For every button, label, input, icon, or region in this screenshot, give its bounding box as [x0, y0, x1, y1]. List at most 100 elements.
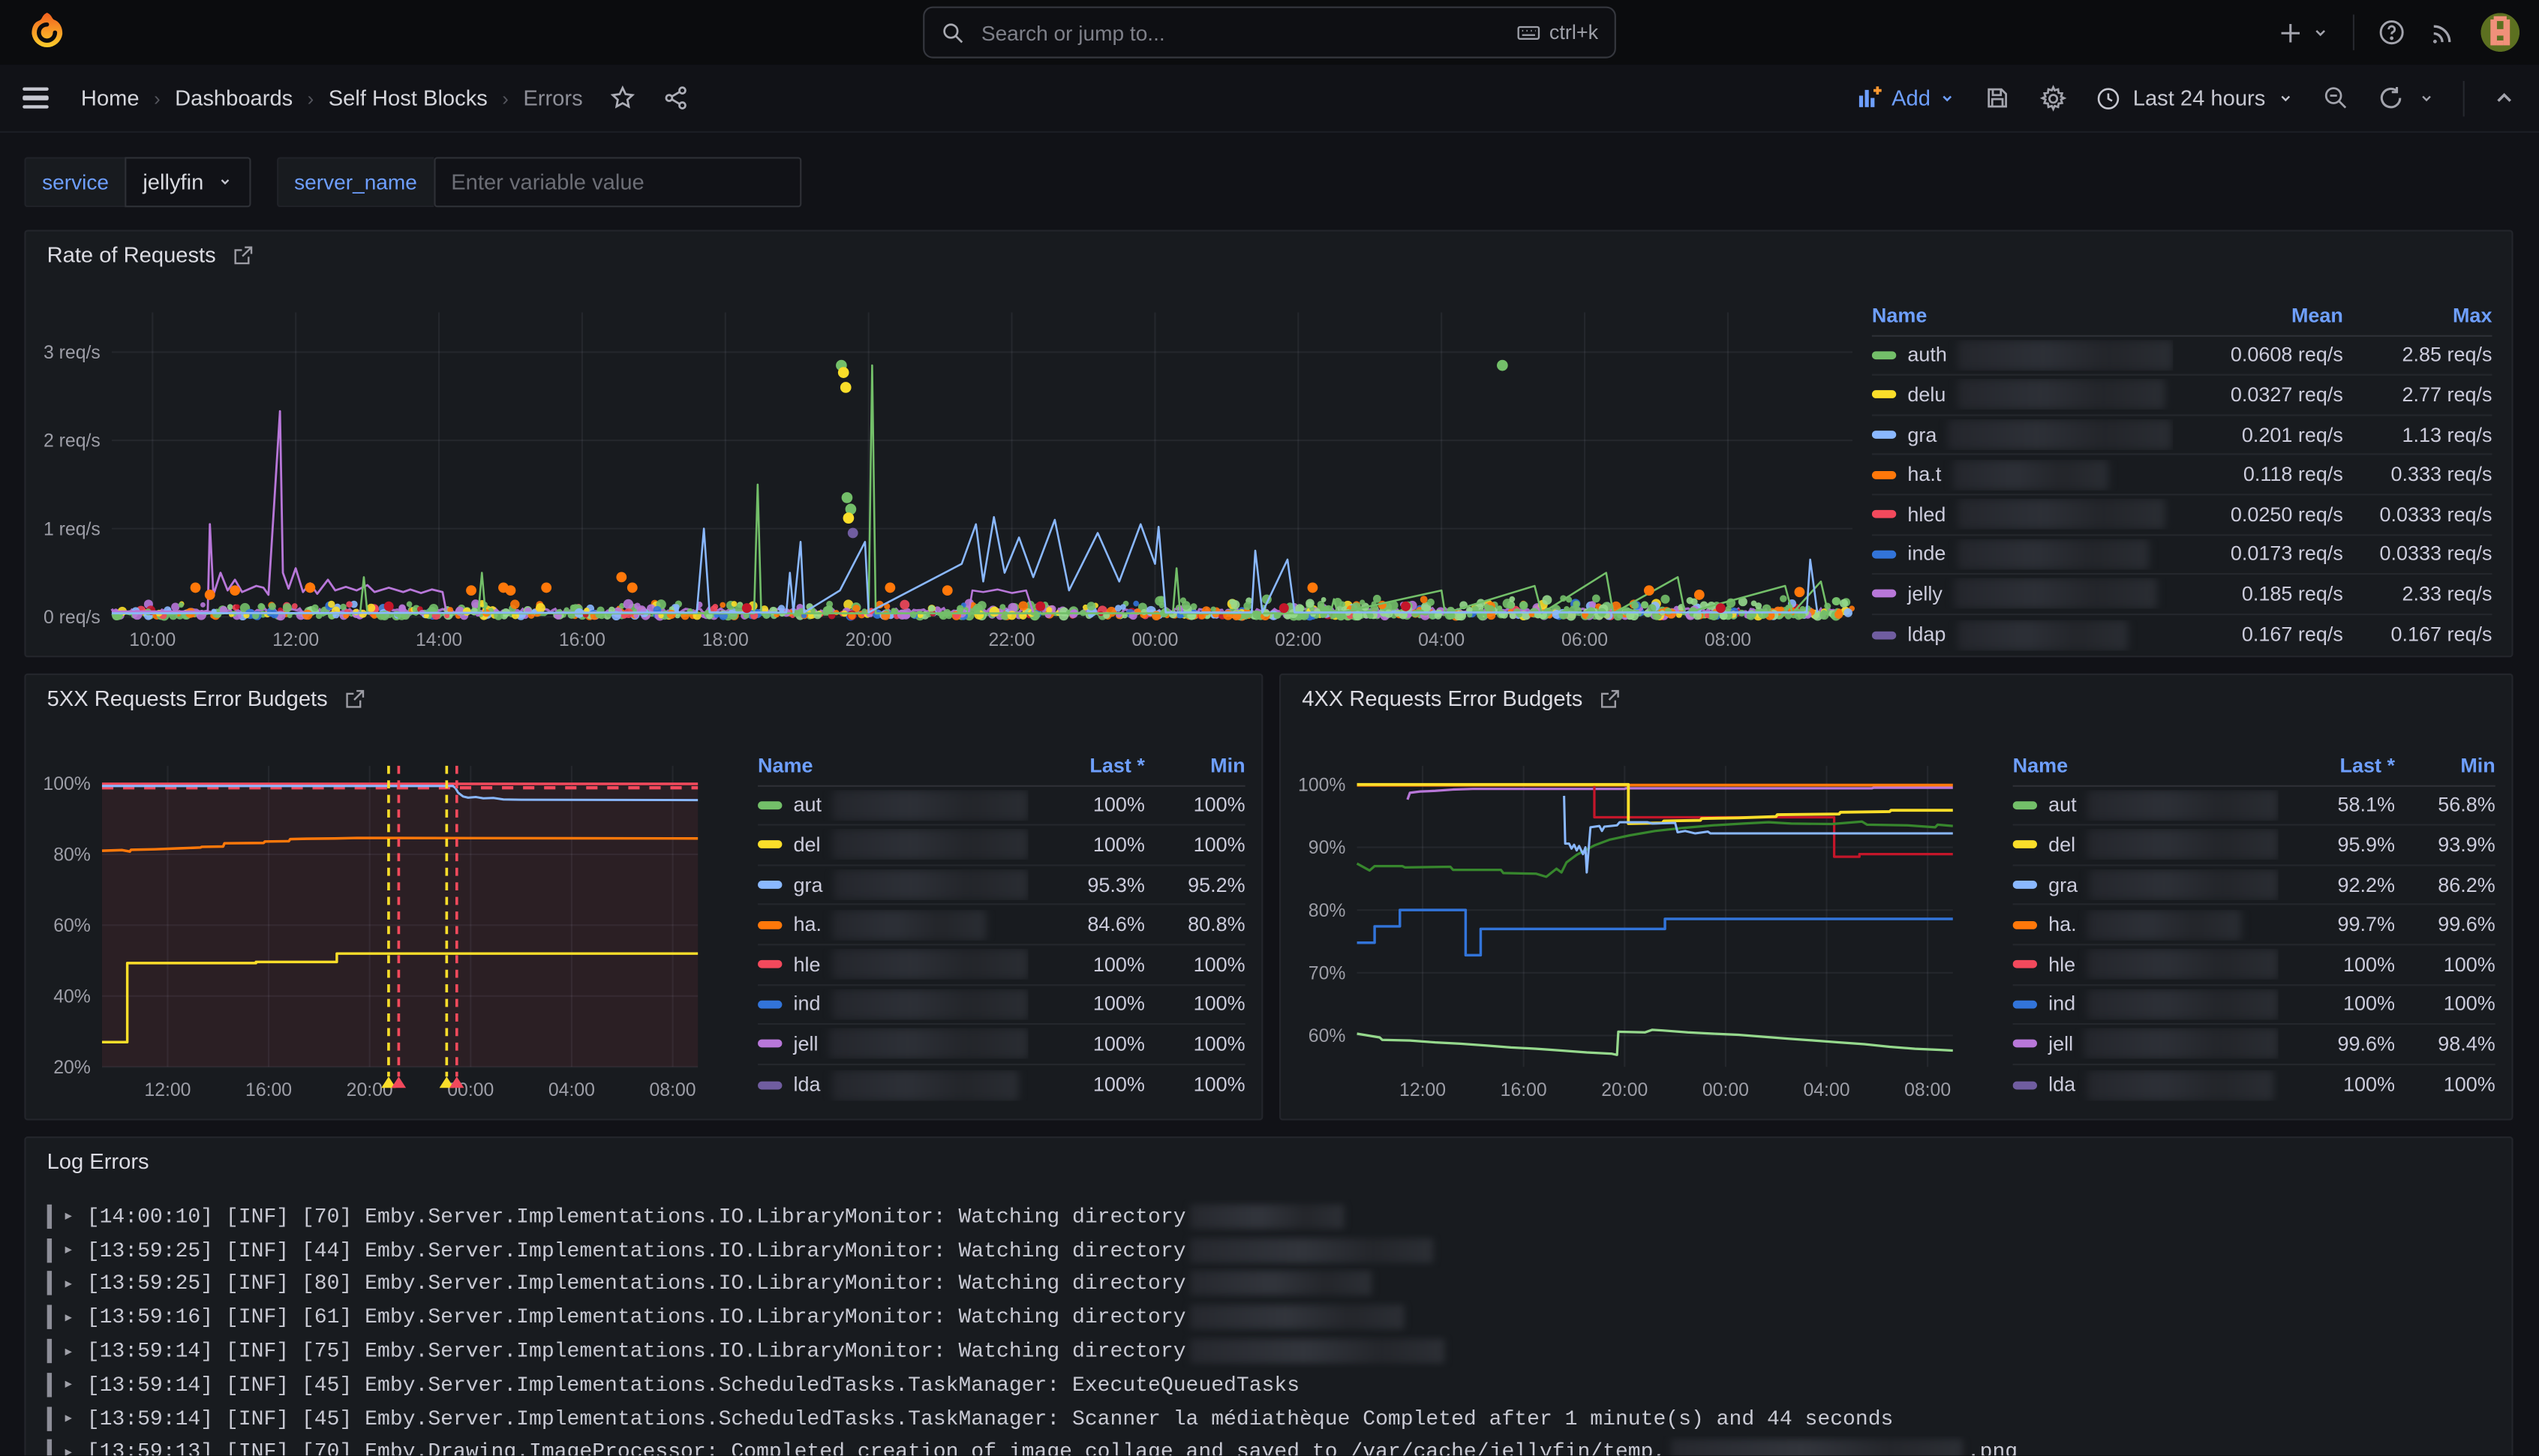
series-name[interactable]: jelly [1907, 583, 1943, 605]
expand-chevron-icon[interactable]: ▸ [63, 1441, 74, 1456]
legend-row[interactable]: ha.t0.118 req/s0.333 req/s [1872, 455, 2492, 495]
new-button[interactable] [2276, 19, 2330, 47]
series-name[interactable]: auth [1907, 344, 1947, 366]
log-row[interactable]: ▸[13:59:25] [INF] [80] Emby.Server.Imple… [47, 1267, 2491, 1301]
add-panel-button[interactable]: Add [1856, 84, 1957, 112]
series-name[interactable]: ldap [1907, 623, 1946, 646]
external-link-icon[interactable] [232, 244, 254, 266]
legend-row[interactable]: ind100%100% [758, 985, 1245, 1025]
dashboard-settings-button[interactable] [2039, 83, 2069, 113]
breadcrumb-dashboards[interactable]: Dashboards [175, 86, 293, 110]
log-row[interactable]: ▸[13:59:25] [INF] [44] Emby.Server.Imple… [47, 1233, 2491, 1267]
panel-title[interactable]: 5XX Requests Error Budgets [47, 686, 367, 710]
rate-of-requests-chart[interactable]: 10:0012:0014:0016:0018:0020:0022:0000:00… [26, 232, 1864, 659]
series-name[interactable]: jell [2048, 1033, 2073, 1055]
legend-row[interactable]: aut100%100% [758, 786, 1245, 826]
legend-row[interactable]: gra92.2%86.2% [2013, 866, 2495, 905]
global-search[interactable]: ctrl+k [923, 7, 1616, 59]
series-name[interactable]: gra [2048, 874, 2078, 896]
series-name[interactable]: jell [794, 1033, 819, 1055]
legend-row[interactable]: gra95.3%95.2% [758, 866, 1245, 905]
legend-row[interactable]: lda100%100% [2013, 1065, 2495, 1105]
series-name[interactable]: ind [794, 993, 821, 1016]
save-dashboard-button[interactable] [1984, 84, 2012, 112]
series-name[interactable]: hle [2048, 953, 2075, 976]
log-row[interactable]: ▸[13:59:16] [INF] [61] Emby.Server.Imple… [47, 1301, 2491, 1334]
legend-row[interactable]: aut58.1%56.8% [2013, 786, 2495, 826]
user-avatar[interactable] [2480, 13, 2519, 52]
legend-row[interactable]: hled0.0250 req/s0.0333 req/s [1872, 495, 2492, 535]
refresh-button[interactable] [2377, 84, 2405, 112]
expand-chevron-icon[interactable]: ▸ [63, 1238, 74, 1261]
legend-row[interactable]: ldap0.167 req/s0.167 req/s [1872, 615, 2492, 655]
legend-row[interactable]: lda100%100% [758, 1065, 1245, 1105]
4xx-legend-table[interactable]: NameLast *Minaut58.1%56.8%del95.9%93.9%g… [2013, 746, 2495, 1105]
legend-row[interactable]: delu0.0327 req/s2.77 req/s [1872, 376, 2492, 416]
expand-chevron-icon[interactable]: ▸ [63, 1272, 74, 1295]
variable-service-select[interactable]: jellyfin [125, 156, 251, 206]
series-name[interactable]: aut [2048, 794, 2077, 816]
series-name[interactable]: ha. [2048, 914, 2077, 936]
legend-row[interactable]: hle100%100% [2013, 945, 2495, 985]
expand-chevron-icon[interactable]: ▸ [63, 1373, 74, 1396]
log-row[interactable]: ▸[14:00:10] [INF] [70] Emby.Server.Imple… [47, 1199, 2491, 1233]
expand-chevron-icon[interactable]: ▸ [63, 1306, 74, 1328]
legend-row[interactable]: del95.9%93.9% [2013, 826, 2495, 866]
series-name[interactable]: aut [794, 794, 822, 816]
collapse-toolbar-button[interactable] [2492, 86, 2516, 110]
legend-row[interactable]: ha.99.7%99.6% [2013, 905, 2495, 945]
breadcrumb-home[interactable]: Home [81, 86, 140, 110]
search-input[interactable] [978, 19, 1503, 47]
series-name[interactable]: ha.t [1907, 464, 1941, 486]
5xx-legend-table[interactable]: NameLast *Minaut100%100%del100%100%gra95… [758, 746, 1245, 1105]
rate-legend-table[interactable]: NameMeanMaxauth0.0608 req/s2.85 req/sdel… [1872, 296, 2492, 655]
series-name[interactable]: lda [2048, 1073, 2075, 1096]
legend-row[interactable]: ind100%100% [2013, 985, 2495, 1025]
4xx-error-budget-chart[interactable]: 12:0016:0020:0000:0004:0008:00100%90%80%… [1281, 675, 2006, 1122]
share-button[interactable] [662, 84, 690, 112]
legend-header[interactable]: NameMeanMax [1872, 296, 2492, 336]
series-name[interactable]: hled [1907, 503, 1946, 526]
expand-chevron-icon[interactable]: ▸ [63, 1205, 74, 1228]
legend-row[interactable]: inde0.0173 req/s0.0333 req/s [1872, 535, 2492, 575]
series-name[interactable]: hle [794, 953, 821, 976]
series-name[interactable]: inde [1907, 543, 1946, 566]
legend-row[interactable]: jelly0.185 req/s2.33 req/s [1872, 575, 2492, 614]
help-button[interactable] [2377, 18, 2406, 47]
legend-row[interactable]: ha.84.6%80.8% [758, 905, 1245, 945]
menu-toggle-button[interactable] [23, 87, 49, 109]
legend-row[interactable]: auth0.0608 req/s2.85 req/s [1872, 336, 2492, 376]
log-row[interactable]: ▸[13:59:14] [INF] [45] Emby.Server.Imple… [47, 1402, 2491, 1436]
legend-row[interactable]: del100%100% [758, 826, 1245, 866]
zoom-out-button[interactable] [2322, 84, 2350, 112]
legend-row[interactable]: gra0.201 req/s1.13 req/s [1872, 416, 2492, 455]
favorite-star-button[interactable] [608, 84, 636, 112]
legend-header[interactable]: NameLast *Min [758, 746, 1245, 786]
series-name[interactable]: lda [794, 1073, 821, 1096]
news-icon[interactable] [2429, 18, 2458, 47]
external-link-icon[interactable] [344, 687, 366, 710]
log-rows[interactable]: ▸[14:00:10] [INF] [70] Emby.Server.Imple… [47, 1199, 2491, 1456]
series-name[interactable]: del [794, 833, 821, 856]
legend-header[interactable]: NameLast *Min [2013, 746, 2495, 786]
external-link-icon[interactable] [1599, 687, 1621, 710]
refresh-interval-dropdown[interactable] [2417, 89, 2435, 107]
series-name[interactable]: gra [794, 874, 823, 896]
breadcrumb-folder[interactable]: Self Host Blocks [329, 86, 488, 110]
panel-title[interactable]: Rate of Requests [47, 243, 255, 267]
log-row[interactable]: ▸[13:59:13] [INF] [70] Emby.Drawing.Imag… [47, 1435, 2491, 1456]
legend-row[interactable]: jell100%100% [758, 1025, 1245, 1064]
series-name[interactable]: ind [2048, 993, 2075, 1016]
series-name[interactable]: gra [1907, 424, 1937, 446]
legend-row[interactable]: hle100%100% [758, 945, 1245, 985]
grafana-logo-icon[interactable] [26, 11, 68, 53]
time-range-picker[interactable]: Last 24 hours [2096, 85, 2294, 111]
series-name[interactable]: del [2048, 833, 2075, 856]
panel-title[interactable]: 4XX Requests Error Budgets [1302, 686, 1621, 710]
panel-title[interactable]: Log Errors [47, 1149, 149, 1173]
5xx-error-budget-chart[interactable]: 12:0016:0020:0000:0004:0008:00100%80%60%… [26, 675, 752, 1122]
expand-chevron-icon[interactable]: ▸ [63, 1407, 74, 1430]
expand-chevron-icon[interactable]: ▸ [63, 1340, 74, 1362]
legend-row[interactable]: jell99.6%98.4% [2013, 1025, 2495, 1064]
series-name[interactable]: delu [1907, 383, 1946, 406]
